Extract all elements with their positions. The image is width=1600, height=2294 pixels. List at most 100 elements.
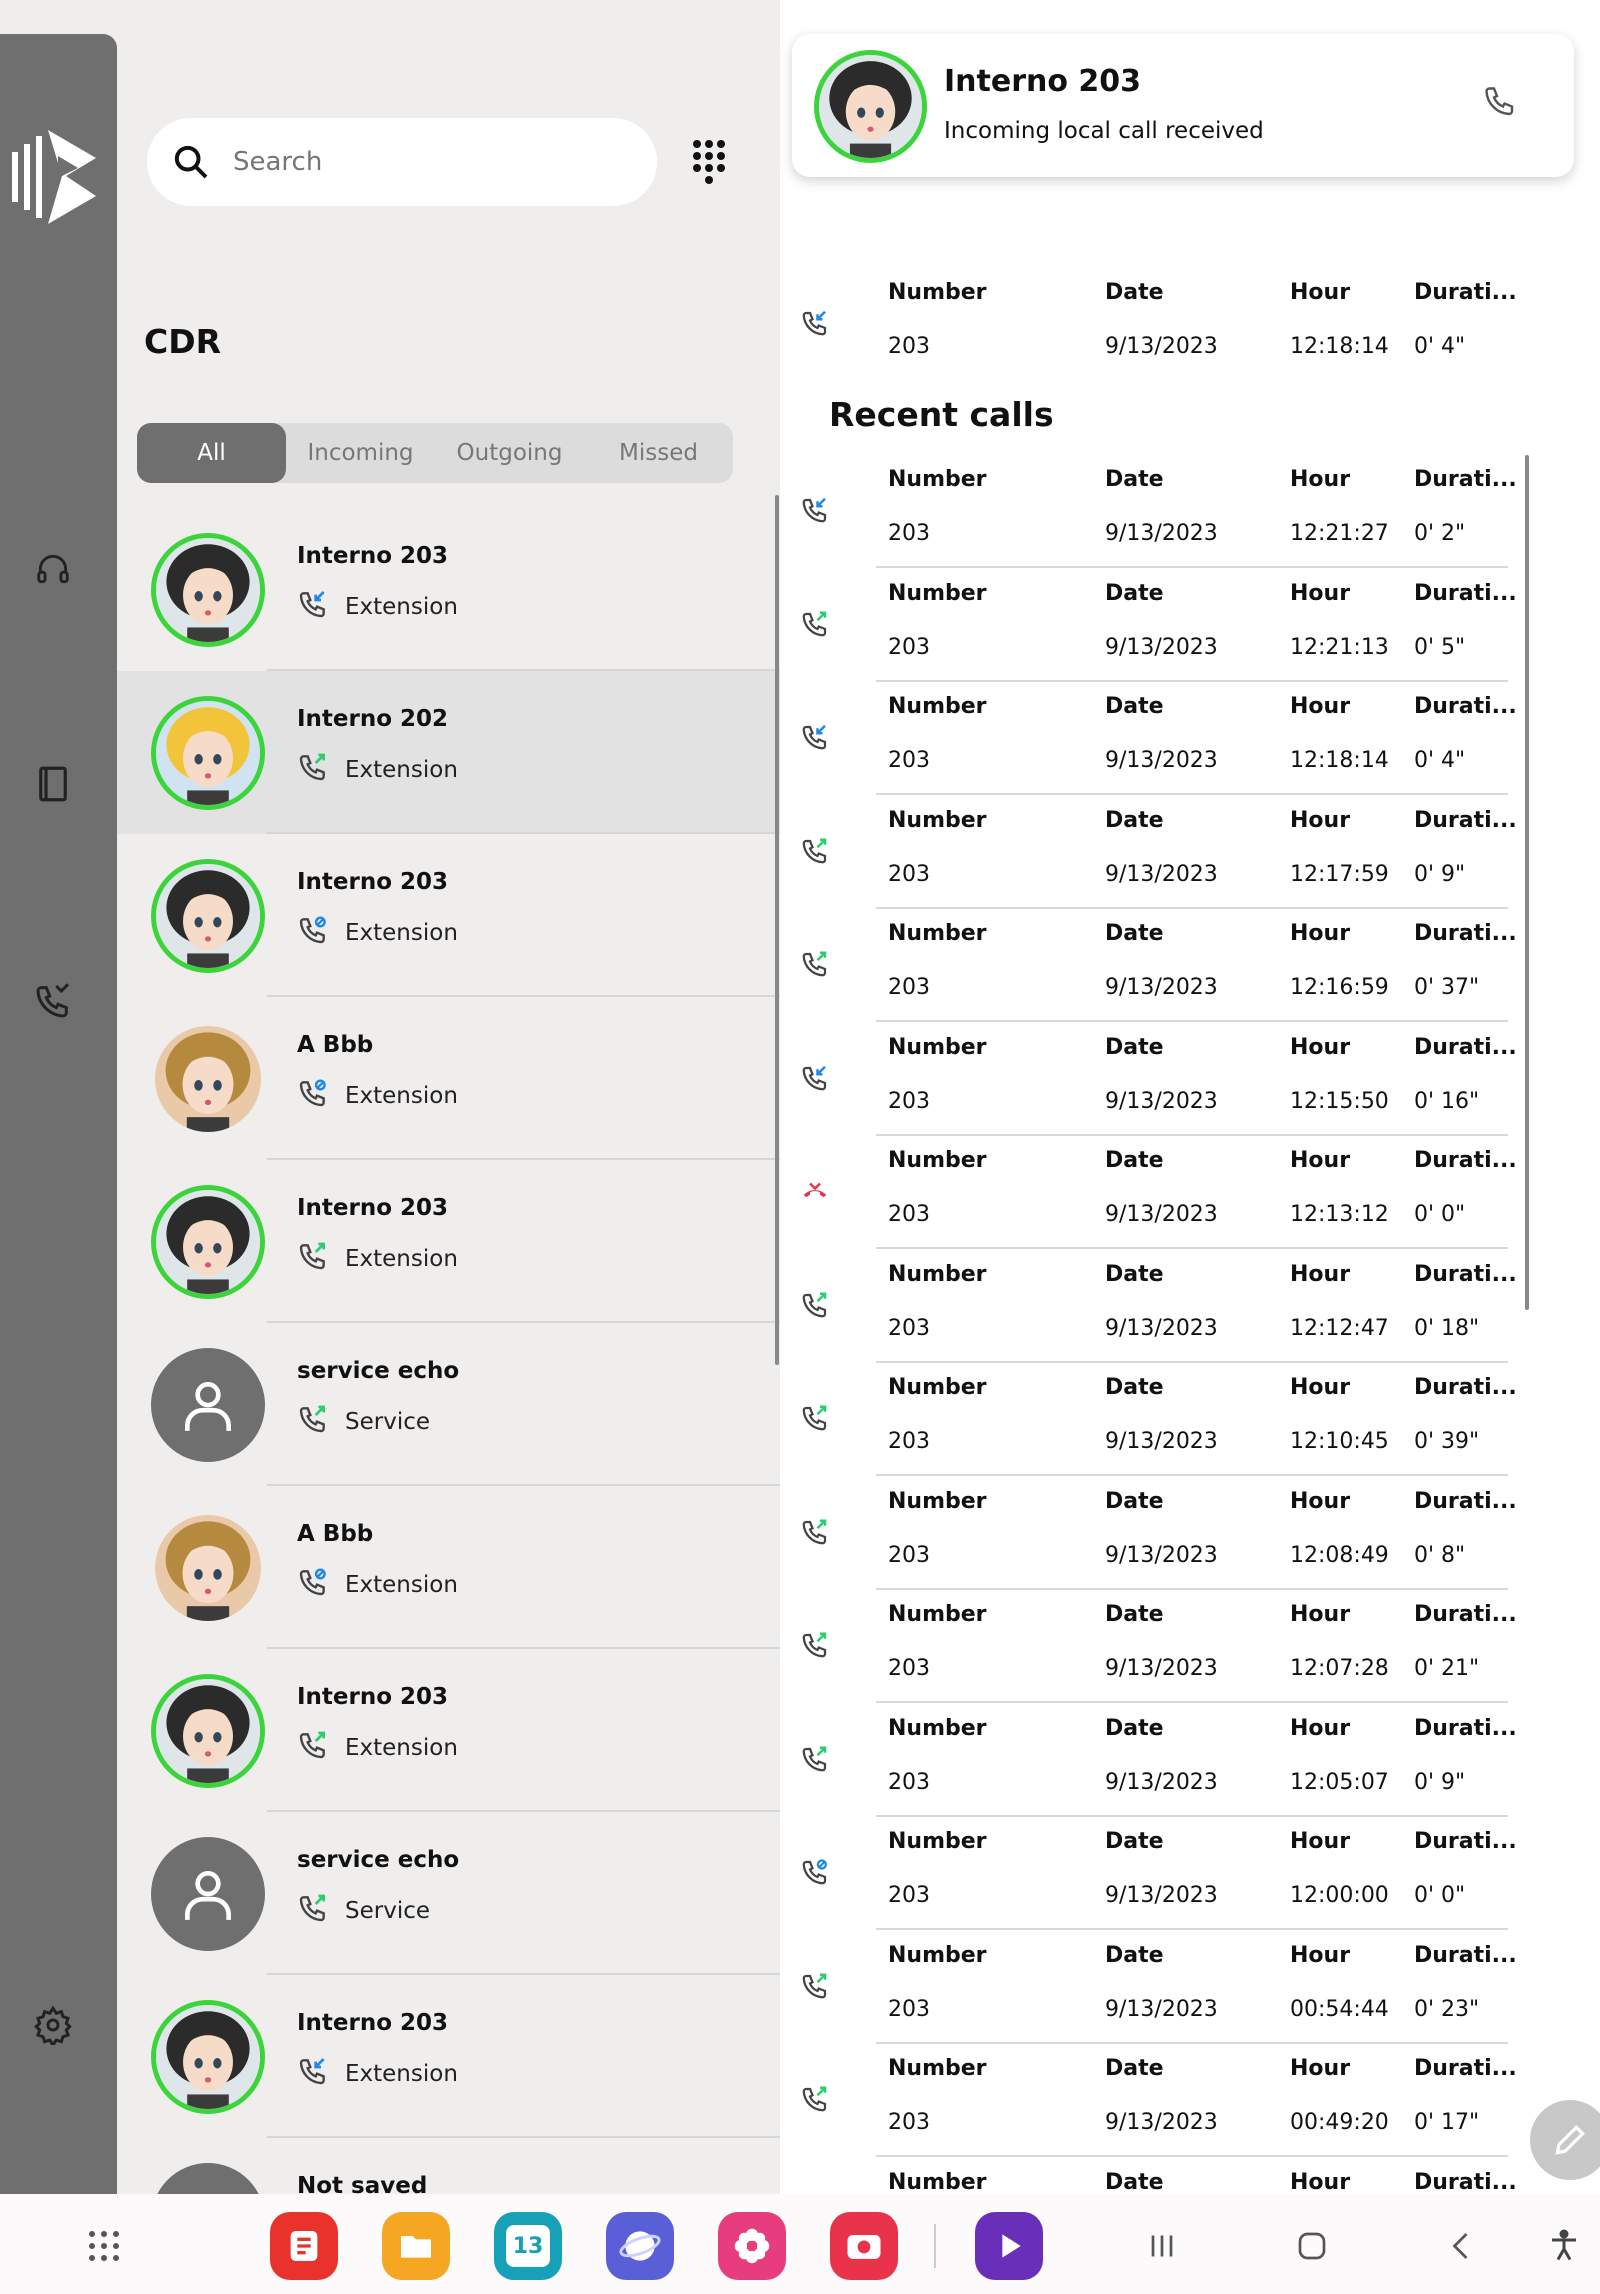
calendar-app-button[interactable]: 13 [494, 2212, 562, 2280]
recent-call-row[interactable]: Number 203 Date 9/13/2023 Hour 12:10:45 Durati… [780, 1363, 1580, 1476]
hour-label: Hour [1290, 1602, 1351, 1627]
number-label: Number [888, 280, 987, 305]
call-notification[interactable]: Interno 203 Incoming local call received [792, 34, 1574, 177]
avatar [155, 1515, 261, 1621]
avatar [151, 533, 265, 647]
contact-item[interactable]: Interno 202 Extension [117, 671, 780, 834]
contacts-book-nav-button[interactable] [28, 759, 78, 809]
contact-list: Interno 203 Extension Interno 202 Extension… [117, 508, 780, 2194]
duration-value: 0' 21" [1414, 1656, 1480, 1681]
duration-label: Durati... [1414, 1942, 1517, 1968]
recent-call-row[interactable]: Number 203 Date 9/13/2023 Hour 00:54:44 Durati… [780, 1931, 1580, 2044]
number-value: 203 [888, 1996, 930, 2022]
date-label: Date [1105, 1715, 1164, 1741]
nav-rail [0, 34, 117, 2194]
duration-label: Durati... [1414, 467, 1517, 492]
contact-name: Not saved [297, 2173, 428, 2194]
hour-label: Hour [1290, 1829, 1351, 1854]
apps-grid-button[interactable] [70, 2212, 138, 2280]
recent-calls-scrollbar[interactable] [1525, 455, 1529, 1310]
date-label: Date [1105, 694, 1164, 719]
contact-item[interactable]: service echo Service [117, 1323, 780, 1486]
number-value: 203 [888, 334, 930, 359]
recent-call-row[interactable]: Number 203 Date 9/13/2023 Hour 12:12:47 Durati… [780, 1250, 1580, 1363]
duration-value: 0' 4" [1414, 334, 1466, 359]
accessibility-button[interactable] [1530, 2212, 1598, 2280]
avatar [151, 1674, 265, 1788]
contact-type: Extension [297, 914, 458, 952]
call-log-nav-button[interactable] [28, 976, 78, 1026]
date-value: 9/13/2023 [1105, 521, 1218, 546]
recent-call-row[interactable]: Number 203 Date 9/13/2023 Hour 12:05:07 Durati… [780, 1704, 1580, 1817]
recents-button[interactable] [1128, 2212, 1196, 2280]
recent-call-row[interactable]: Number 203 Date 9/13/2023 Hour 12:00:00 Durati… [780, 1817, 1580, 1930]
recent-call-row[interactable]: Number 203 Date 9/13/2023 Hour 12:17:59 Durati… [780, 796, 1580, 909]
date-label: Date [1105, 1488, 1164, 1514]
number-value: 203 [888, 1088, 930, 1114]
number-label: Number [888, 2169, 987, 2195]
contact-list-scrollbar[interactable] [775, 495, 779, 1365]
date-value: 9/13/2023 [1105, 748, 1218, 773]
tab-missed[interactable]: Missed [584, 423, 733, 483]
tab-outgoing[interactable]: Outgoing [435, 423, 584, 483]
contact-item[interactable]: Interno 203 Extension [117, 1160, 780, 1323]
tab-all[interactable]: All [137, 423, 286, 483]
contact-name: service echo [297, 1358, 460, 1384]
camera-app-button[interactable] [830, 2212, 898, 2280]
video-app-button[interactable] [975, 2212, 1043, 2280]
home-button[interactable] [1278, 2212, 1346, 2280]
contact-item[interactable]: A Bbb Extension [117, 997, 780, 1160]
flower-app-button[interactable] [718, 2212, 786, 2280]
recent-call-row[interactable]: Number 203 Date 9/13/2023 Hour 12:07:28 Durati… [780, 1590, 1580, 1703]
browser-app-button[interactable] [606, 2212, 674, 2280]
contact-item[interactable]: Not saved [117, 2138, 780, 2194]
date-value: 9/13/2023 [1105, 861, 1218, 887]
recent-call-row[interactable]: Number 203 Date 9/13/2023 Hour 12:21:27 Durati… [780, 455, 1580, 568]
number-value: 203 [888, 748, 930, 773]
duration-label: Durati... [1414, 1829, 1517, 1854]
contact-item[interactable]: Interno 203 Extension [117, 834, 780, 997]
date-label: Date [1105, 1829, 1164, 1854]
contact-item[interactable]: service echo Service [117, 1812, 780, 1975]
recent-call-row[interactable]: Number Date Hour Durati... [780, 2158, 1580, 2195]
call-back-button[interactable] [1482, 84, 1518, 124]
back-button[interactable] [1428, 2212, 1496, 2280]
hour-value: 12:15:50 [1290, 1088, 1389, 1114]
headset-nav-button[interactable] [28, 544, 78, 594]
avatar [151, 1185, 265, 1299]
contact-item[interactable]: Interno 203 Extension [117, 1975, 780, 2138]
files-app-button[interactable] [382, 2212, 450, 2280]
date-value: 9/13/2023 [1105, 1542, 1218, 1568]
notes-app-button[interactable] [270, 2212, 338, 2280]
camera-app-icon [847, 2235, 881, 2259]
date-label: Date [1105, 1261, 1164, 1287]
contact-type-label: Extension [345, 1735, 458, 1761]
search-input[interactable] [233, 147, 613, 177]
current-call-row[interactable]: Number 203 Date 9/13/2023 Hour 12:18:14 Durati… [780, 268, 1580, 381]
recent-call-row[interactable]: Number 203 Date 9/13/2023 Hour 12:15:50 Durati… [780, 1023, 1580, 1136]
dialpad-button[interactable] [677, 130, 741, 194]
contact-type-label: Service [345, 1409, 431, 1435]
tab-incoming[interactable]: Incoming [286, 423, 435, 483]
recent-call-row[interactable]: Number 203 Date 9/13/2023 Hour 12:13:12 Durati… [780, 1136, 1580, 1249]
call-outgoing-icon [800, 1517, 834, 1551]
recent-call-row[interactable]: Number 203 Date 9/13/2023 Hour 12:08:49 Durati… [780, 1477, 1580, 1590]
recent-call-row[interactable]: Number 203 Date 9/13/2023 Hour 12:21:13 Durati… [780, 569, 1580, 682]
duration-value: 0' 9" [1414, 861, 1466, 887]
edit-button[interactable] [1530, 2100, 1600, 2180]
date-value: 9/13/2023 [1105, 2110, 1218, 2135]
settings-nav-button[interactable] [28, 2000, 78, 2050]
recent-call-row[interactable]: Number 203 Date 9/13/2023 Hour 12:16:59 Durati… [780, 909, 1580, 1022]
contact-item[interactable]: Interno 203 Extension [117, 1649, 780, 1812]
duration-label: Durati... [1414, 1602, 1517, 1627]
hour-label: Hour [1290, 1942, 1351, 1968]
recent-call-row[interactable]: Number 203 Date 9/13/2023 Hour 12:18:14 Durati… [780, 682, 1580, 795]
search-box[interactable] [147, 118, 657, 206]
call-outgoing-icon [297, 1403, 329, 1441]
contact-item[interactable]: Interno 203 Extension [117, 508, 780, 671]
recent-call-row[interactable]: Number 203 Date 9/13/2023 Hour 00:49:20 Durati… [780, 2044, 1580, 2157]
duration-label: Durati... [1414, 2056, 1517, 2081]
hour-value: 12:18:14 [1290, 748, 1389, 773]
contact-item[interactable]: A Bbb Extension [117, 1486, 780, 1649]
contact-name: A Bbb [297, 1521, 374, 1547]
